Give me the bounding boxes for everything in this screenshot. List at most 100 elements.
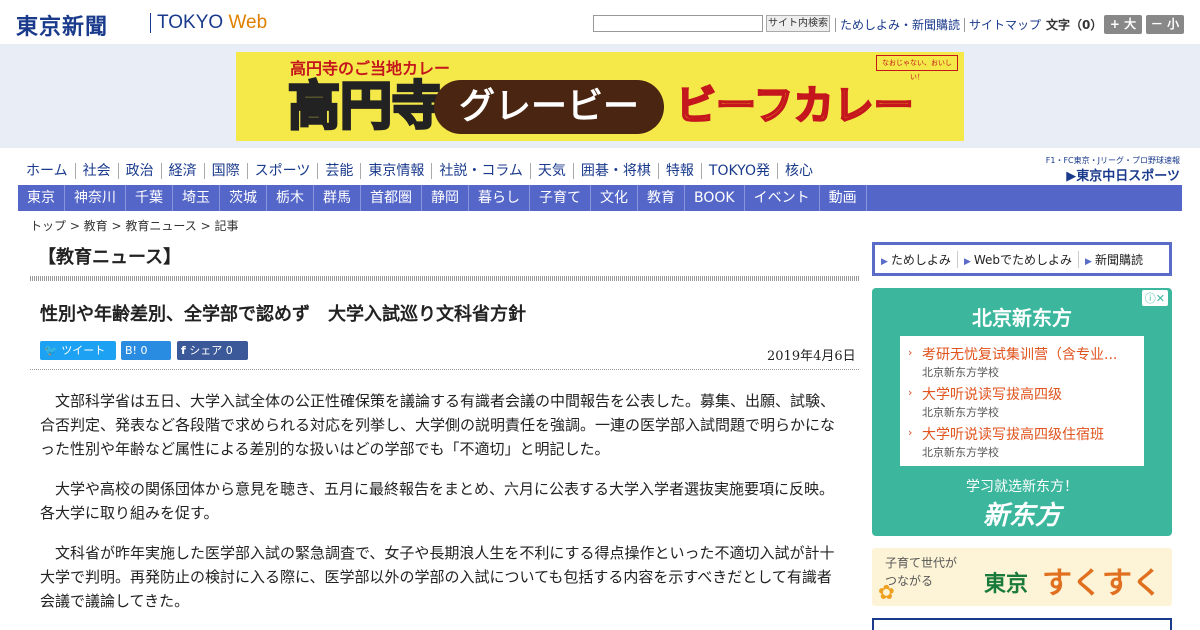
hatena-button[interactable]: B! 0 [121,341,171,360]
trial-subscribe-link[interactable]: ためしよみ・新聞購読 [835,18,965,32]
side-ad[interactable]: ⓘ✕ 北京新东方 › 考研无忧复试集训营（含专业... 北京新东方学校 › 大学… [872,288,1172,536]
article-paragraph: 大学や高校の関係団体から意見を聴き、五月に最終報告をまとめ、六月に公表する大学入… [40,480,834,522]
nav2-item[interactable]: 東京 [18,185,65,211]
bottom-banner[interactable] [872,618,1172,630]
nav-item[interactable]: 経済 [162,163,205,179]
section-divider [30,276,860,281]
article-headline: 性別や年齢差別、全学部で認めず 大学入試巡り文科省方針 [40,304,526,325]
nav2-item[interactable]: 暮らし [469,185,530,211]
side-ad-item-sub: 北京新东方学校 [922,366,999,379]
nav2-item[interactable]: 教育 [638,185,685,211]
side-ad-item-sub: 北京新东方学校 [922,446,999,459]
sukusuku-ad[interactable]: 子育て世代が つながる ✿ 東京 すくすく [872,548,1172,606]
nav-item[interactable]: 社説・コラム [432,163,531,179]
nav-item[interactable]: 天気 [531,163,574,179]
section-title: 【教育ニュース】 [38,247,182,268]
side-ad-item[interactable]: › 大学听说读写拔高四级住宿班 北京新东方学校 [908,424,1140,460]
tweet-label: ツイート [61,344,106,357]
side-ad-item-sub: 北京新东方学校 [922,406,999,419]
logo-divider [150,13,151,33]
nav-item[interactable]: 芸能 [318,163,362,179]
ad-stamp: なおじゃない、おいしい！ [876,55,958,81]
nav2-item[interactable]: イベント [745,185,820,211]
chevron-right-icon: › [908,426,913,439]
breadcrumb[interactable]: トップ > 教育 > 教育ニュース > 記事 [30,217,238,234]
sukusuku-tokyo: 東京 [984,572,1029,597]
site-logo[interactable]: 東京新聞 [16,9,108,41]
nav2-item[interactable]: 千葉 [126,185,173,211]
flower-icon: ✿ [878,580,895,604]
chevron-right-icon: › [908,386,913,399]
nav-item[interactable]: 社会 [76,163,119,179]
side-ad-item-title: 大学听说读写拔高四级住宿班 [922,427,1104,443]
sukusuku-sub: 子育て世代が つながる [885,556,958,588]
nav-item[interactable]: 政治 [119,163,162,179]
site-search-button[interactable]: サイト内検索 [766,15,830,32]
fb-share-label: シェア 0 [189,344,233,357]
logo-tokyo: TOKYO [157,12,224,33]
nav-item[interactable]: スポーツ [248,163,319,179]
secondary-nav: 東京 神奈川 千葉 埼玉 茨城 栃木 群馬 首都圏 静岡 暮らし 子育て 文化 … [18,185,1182,211]
article-paragraph: 文科省が昨年実施した医学部入試の緊急調査で、女子や長期浪人生を不利にする得点操作… [40,544,835,610]
font-smaller-button[interactable]: － 小 [1146,15,1184,34]
nav2-item[interactable]: 神奈川 [65,185,126,211]
side-ad-item-title: 考研无忧复试集训营（含专业... [922,347,1118,363]
subscribe-label: 新聞購読 [1094,252,1143,267]
chevron-right-icon: › [908,346,913,359]
nav2-item[interactable]: 動画 [820,185,867,211]
article-date: 2019年4月6日 [767,349,856,364]
article-divider [30,369,860,370]
nav-item[interactable]: TOKYO発 [702,163,778,179]
nav2-item[interactable]: 埼玉 [173,185,220,211]
ad-pill: グレービー [434,80,664,134]
nav-item[interactable]: 核心 [778,163,820,179]
side-ad-logo: 新东方 [982,501,1061,531]
font-size-label: 文字（0） [1046,18,1103,32]
chunichi-sports-link[interactable]: ▶東京中日スポーツ [1030,165,1180,184]
side-ad-footer: 学习就选新东方！ [966,479,1078,495]
side-ad-list: › 考研无忧复试集训营（含专业... 北京新东方学校 › 大学听说读写拔高四级 … [900,336,1144,466]
header-links: ためしよみ・新聞購読 サイトマップ [835,16,1046,33]
trial-read-link[interactable]: ▶ ためしよみ [875,250,958,268]
banner-ad[interactable]: 高円寺のご当地カレー 高円寺 グレービー ビーフカレー なおじゃない、おいしい！ [236,52,964,141]
trial-read-label: ためしよみ [890,252,951,267]
nav2-item[interactable]: 静岡 [422,185,469,211]
nav2-item[interactable]: 栃木 [267,185,314,211]
nav2-item[interactable]: 子育て [530,185,591,211]
tokyo-web-logo[interactable]: TOKYO Web [157,12,267,34]
nav-item[interactable]: 特報 [659,163,702,179]
nav-item[interactable]: ホーム [20,163,76,179]
ad-kanji: 高円寺 [286,76,445,139]
arrow-icon: ▶ [1085,256,1092,267]
nav2-item[interactable]: BOOK [685,185,745,211]
arrow-icon: ▶ [963,256,971,267]
web-trial-label: Webでためしよみ [973,252,1073,267]
nav-item[interactable]: 囲碁・将棋 [574,163,659,179]
nav2-item[interactable]: 群馬 [314,185,361,211]
logo-web: Web [228,12,268,33]
subscribe-box: ▶ ためしよみ ▶ Webでためしよみ ▶ 新聞購読 [872,242,1172,276]
ad-curry-text: ビーフカレー [675,82,915,130]
nav-item[interactable]: 国際 [205,163,248,179]
nav-item[interactable]: 東京情報 [361,163,433,179]
article-paragraph: 文部科学省は五日、大学入試全体の公正性確保策を議論する有識者会議の中間報告を公表… [40,392,836,458]
side-ad-title: 北京新东方 [972,306,1072,330]
nav2-item[interactable]: 茨城 [220,185,267,211]
facebook-icon: f [181,344,186,357]
facebook-share-button[interactable]: f シェア 0 [177,341,248,360]
tweet-button[interactable]: 🐦 ツイート [40,341,116,360]
web-trial-link[interactable]: ▶ Webでためしよみ [958,250,1080,268]
subscribe-link[interactable]: ▶ 新聞購読 [1079,251,1149,268]
sitemap-link[interactable]: サイトマップ [964,18,1046,32]
side-ad-item[interactable]: › 大学听说读写拔高四级 北京新东方学校 [908,384,1140,420]
primary-nav: ホーム 社会 政治 経済 国際 スポーツ 芸能 東京情報 社説・コラム 天気 囲… [20,158,820,184]
side-ad-item[interactable]: › 考研无忧复试集训营（含专业... 北京新东方学校 [908,344,1140,380]
sukusuku-logo: すくすく [1042,566,1162,601]
font-larger-button[interactable]: + 大 [1104,15,1142,34]
arrow-icon: ▶ [881,256,888,267]
site-header: 東京新聞 TOKYO Web サイト内検索 ためしよみ・新聞購読 サイトマップ 文… [0,0,1200,44]
nav2-item[interactable]: 首都圏 [361,185,422,211]
nav2-item[interactable]: 文化 [591,185,638,211]
search-input[interactable] [593,15,763,32]
side-ad-item-title: 大学听说读写拔高四级 [922,387,1062,403]
